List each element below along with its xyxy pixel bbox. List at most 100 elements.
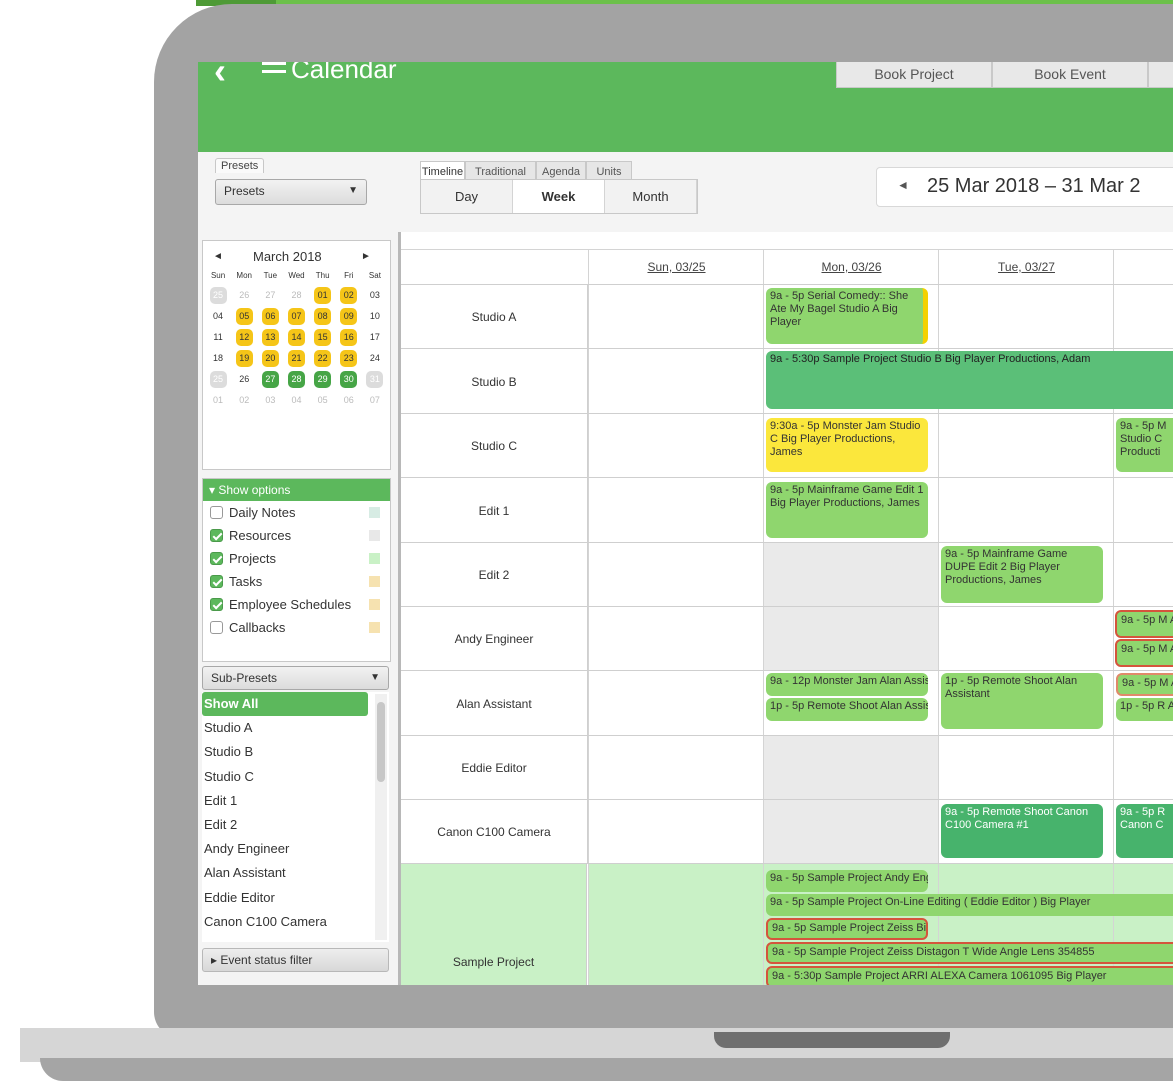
resource-label[interactable]: Canon C100 Camera xyxy=(401,800,588,864)
day-cell[interactable] xyxy=(938,607,1114,671)
checkbox[interactable] xyxy=(210,506,223,519)
tab-traditional[interactable]: Traditional xyxy=(465,161,536,181)
day-cell[interactable] xyxy=(588,736,764,800)
calendar-day[interactable]: 01 xyxy=(210,392,227,409)
resource-label[interactable]: Sample Project xyxy=(401,864,587,985)
day-cell[interactable] xyxy=(588,671,764,736)
back-icon[interactable]: ‹ xyxy=(214,62,226,89)
option-callbacks[interactable]: Callbacks xyxy=(203,616,390,639)
calendar-day[interactable]: 23 xyxy=(340,350,358,367)
event-block[interactable]: 9a - 5p Serial Comedy:: She Ate My Bagel… xyxy=(766,288,928,344)
sub-preset-item[interactable]: Edit 2 xyxy=(202,813,389,837)
tab-agenda[interactable]: Agenda xyxy=(536,161,586,181)
calendar-day[interactable]: 26 xyxy=(236,287,253,304)
resource-label[interactable]: Edit 1 xyxy=(401,478,588,543)
calendar-day[interactable]: 06 xyxy=(340,392,357,409)
event-block[interactable]: 9a - 5:30p Sample Project ARRI ALEXA Cam… xyxy=(766,966,1173,985)
sub-preset-item[interactable]: Andy Engineer xyxy=(202,837,389,861)
resource-label[interactable]: Edit 2 xyxy=(401,543,588,607)
prev-month-icon[interactable]: ◄ xyxy=(213,251,223,262)
calendar-day[interactable]: 03 xyxy=(366,287,383,304)
show-options-header[interactable]: ▾ Show options xyxy=(203,479,390,501)
option-projects[interactable]: Projects xyxy=(203,547,390,570)
event-block[interactable]: 9a - 5p M Andy Eng xyxy=(1115,639,1173,667)
sub-preset-item[interactable]: Studio C xyxy=(202,765,389,789)
calendar-day[interactable]: 28 xyxy=(288,287,305,304)
sub-preset-item[interactable]: Alan Assistant xyxy=(202,861,389,885)
day-cell[interactable] xyxy=(588,543,764,607)
book-project-button[interactable]: Book Project xyxy=(836,62,992,88)
calendar-day[interactable]: 29 xyxy=(314,371,332,388)
event-block[interactable]: 9a - 5p Mainframe Game DUPE Edit 2 Big P… xyxy=(941,546,1103,603)
hamburger-menu-icon[interactable] xyxy=(262,62,286,82)
event-block[interactable]: 9a - 5:30p Sample Project Studio B Big P… xyxy=(766,351,1173,409)
calendar-day[interactable]: 01 xyxy=(314,287,332,304)
sub-preset-item[interactable]: Studio B xyxy=(202,740,389,764)
event-block[interactable]: 1p - 5p R Alan Ass xyxy=(1116,698,1173,721)
day-cell[interactable] xyxy=(1113,478,1173,543)
calendar-day[interactable]: 12 xyxy=(235,329,253,346)
tab-timeline[interactable]: Timeline xyxy=(420,161,465,181)
sub-preset-item[interactable]: Show All xyxy=(202,692,368,717)
calendar-day[interactable]: 28 xyxy=(287,371,305,388)
event-status-filter[interactable]: ▸ Event status filter xyxy=(202,948,389,972)
event-block[interactable]: 9a - 5p Mainframe Game Edit 1 Big Player… xyxy=(766,482,928,538)
calendar-day[interactable]: 02 xyxy=(340,287,358,304)
range-week[interactable]: Week xyxy=(513,180,605,213)
calendar-day[interactable]: 19 xyxy=(235,350,253,367)
calendar-day[interactable]: 31 xyxy=(366,371,384,388)
calendar-day[interactable]: 21 xyxy=(287,350,305,367)
event-block[interactable]: 9a - 5p Sample Project On-Line Editing (… xyxy=(766,894,1173,916)
event-block[interactable]: 9a - 5p M Andy Eng xyxy=(1116,673,1173,696)
calendar-day[interactable]: 20 xyxy=(261,350,279,367)
event-block[interactable]: 9a - 5p Sample Project Zeiss Big Player xyxy=(766,918,928,940)
calendar-day[interactable]: 15 xyxy=(314,329,332,346)
day-cell[interactable] xyxy=(763,736,939,800)
checkbox[interactable] xyxy=(210,529,223,542)
calendar-day[interactable]: 02 xyxy=(236,392,253,409)
day-header-mon[interactable]: Mon, 03/26 xyxy=(763,250,939,284)
day-cell[interactable] xyxy=(1113,285,1173,349)
day-cell[interactable] xyxy=(588,864,764,985)
calendar-day[interactable]: 11 xyxy=(210,329,227,346)
day-cell[interactable] xyxy=(1113,543,1173,607)
book-event-button[interactable]: Book Event xyxy=(992,62,1148,88)
day-cell[interactable] xyxy=(938,736,1114,800)
day-cell[interactable] xyxy=(763,543,939,607)
option-tasks[interactable]: Tasks xyxy=(203,570,390,593)
event-block[interactable]: 9a - 12p Monster Jam Alan Assistant Big … xyxy=(766,673,928,696)
calendar-day[interactable]: 07 xyxy=(366,392,383,409)
calendar-day[interactable]: 14 xyxy=(287,329,305,346)
sub-presets-dropdown[interactable]: Sub-Presets ▼ xyxy=(202,666,389,690)
calendar-day[interactable]: 18 xyxy=(210,350,227,367)
resource-label[interactable]: Studio B xyxy=(401,349,588,414)
scrollbar-thumb[interactable] xyxy=(377,702,385,782)
day-cell[interactable] xyxy=(588,478,764,543)
next-month-icon[interactable]: ► xyxy=(361,251,371,262)
calendar-day[interactable]: 25 xyxy=(209,371,227,388)
event-block[interactable]: 9a - 5p Sample Project Zeiss Distagon T … xyxy=(766,942,1173,964)
event-block[interactable]: 9a - 5p M Studio C Producti xyxy=(1116,418,1173,472)
calendar-day[interactable]: 22 xyxy=(314,350,332,367)
calendar-day[interactable]: 04 xyxy=(210,308,227,325)
resource-label[interactable]: Alan Assistant xyxy=(401,671,588,736)
calendar-day[interactable]: 05 xyxy=(235,308,253,325)
sub-presets-scrollbar[interactable] xyxy=(375,694,387,940)
event-block[interactable]: 9a - 5p Remote Shoot Canon C100 Camera #… xyxy=(941,804,1103,858)
sub-preset-item[interactable]: Studio A xyxy=(202,716,389,740)
calendar-day[interactable]: 16 xyxy=(340,329,358,346)
resource-label[interactable]: Studio C xyxy=(401,414,588,478)
header-extra-button[interactable] xyxy=(1148,62,1173,88)
day-cell[interactable] xyxy=(763,607,939,671)
event-block[interactable]: 1p - 5p Remote Shoot Alan Assistant xyxy=(941,673,1103,729)
day-header-tue[interactable]: Tue, 03/27 xyxy=(938,250,1114,284)
day-cell[interactable] xyxy=(763,800,939,864)
day-header-wed[interactable]: W xyxy=(1113,250,1173,284)
checkbox[interactable] xyxy=(210,575,223,588)
day-header-sun[interactable]: Sun, 03/25 xyxy=(588,250,764,284)
calendar-day[interactable]: 25 xyxy=(209,287,227,304)
calendar-day[interactable]: 10 xyxy=(366,308,383,325)
calendar-day[interactable]: 09 xyxy=(340,308,358,325)
event-block[interactable]: 1p - 5p Remote Shoot Alan Assistant xyxy=(766,698,928,721)
day-cell[interactable] xyxy=(938,285,1114,349)
